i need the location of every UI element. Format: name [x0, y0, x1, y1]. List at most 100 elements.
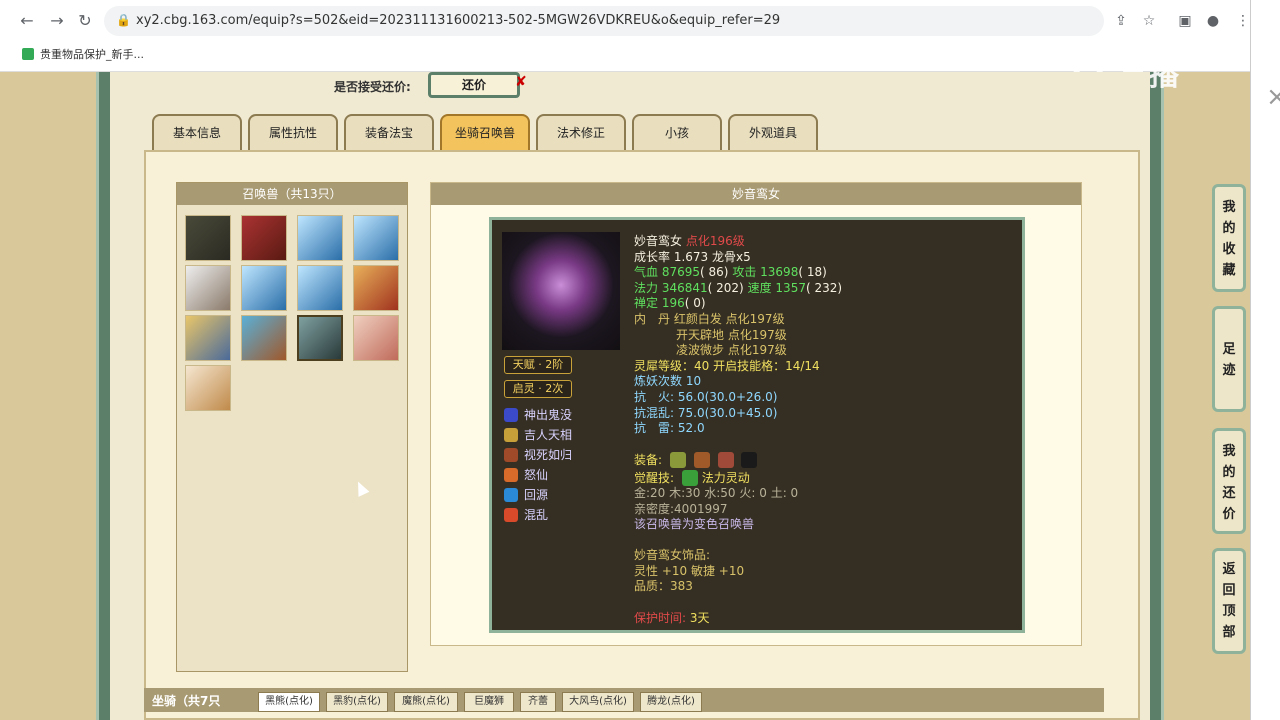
tab-equipment[interactable]: 装备法宝 — [344, 114, 434, 150]
back-arrow-icon[interactable]: ← — [18, 12, 36, 30]
pet-thumb[interactable] — [185, 215, 231, 261]
pet-intimacy: 亲密度:4001997 — [634, 501, 728, 516]
mount-tab[interactable]: 黑熊(点化) — [258, 692, 320, 712]
close-icon[interactable]: × — [1266, 82, 1280, 112]
star-icon[interactable]: ☆ — [1140, 12, 1158, 30]
url-text: xy2.cbg.163.com/equip?s=502&eid=20231113… — [136, 13, 781, 28]
no-mark-icon: ✘ — [515, 74, 527, 90]
back-to-top-button[interactable]: 返回顶部 — [1212, 548, 1246, 654]
pet-thumb[interactable] — [353, 265, 399, 311]
pet-card: 天赋 · 2阶 启灵 · 2次 神出鬼没 吉人天相 视死如归 怒仙 回源 混乱 … — [489, 217, 1025, 633]
awaken-badge: 启灵 · 2次 — [504, 380, 572, 398]
mount-tab[interactable]: 大风鸟(点化) — [562, 692, 634, 712]
pet-thumb[interactable] — [297, 265, 343, 311]
neidan-2: 开天辟地 点化197级 — [676, 327, 787, 342]
pet-name: 妙音鸾女 — [634, 234, 683, 248]
skill-icon — [504, 488, 518, 502]
my-haggle-button[interactable]: 我的还价 — [1212, 428, 1246, 534]
equip-icon[interactable] — [669, 452, 686, 469]
bookmark-icon — [22, 48, 34, 60]
bookmark-item[interactable]: 贵重物品保护_新手... — [22, 46, 144, 62]
lock-icon: 🔒 — [116, 13, 131, 27]
footprint-button[interactable]: 足迹 — [1212, 306, 1246, 412]
pet-variant: 该召唤兽为变色召唤兽 — [634, 517, 755, 532]
pet-thumb[interactable] — [241, 315, 287, 361]
forward-arrow-icon[interactable]: → — [48, 12, 66, 30]
neidan-3: 凌波微步 点化197级 — [676, 343, 787, 358]
awaken-skill-icon[interactable] — [681, 470, 698, 487]
tab-appearance[interactable]: 外观道具 — [728, 114, 818, 150]
pet-list-panel: 召唤兽（共13只） — [176, 182, 408, 672]
mount-tab[interactable]: 巨魔狮 — [464, 692, 514, 712]
skill-icon — [504, 508, 518, 522]
pet-thumb-selected[interactable] — [297, 315, 343, 361]
skill-item[interactable]: 回源 — [504, 486, 548, 504]
pet-detail-panel: 妙音鸾女 天赋 · 2阶 启灵 · 2次 神出鬼没 吉人天相 视死如归 怒仙 回… — [430, 182, 1082, 646]
equip-icon[interactable] — [693, 452, 710, 469]
mount-count-label: 坐骑（共7只 — [152, 694, 221, 708]
skill-item[interactable]: 混乱 — [504, 506, 548, 524]
skill-icon — [504, 408, 518, 422]
pet-thumb[interactable] — [353, 315, 399, 361]
protect-time: 3天 — [689, 610, 710, 625]
tab-attributes[interactable]: 属性抗性 — [248, 114, 338, 150]
mount-tab[interactable]: 腾龙(点化) — [640, 692, 702, 712]
awaken-skill: 法力灵动 — [701, 471, 750, 486]
address-bar[interactable]: 🔒 xy2.cbg.163.com/equip?s=502&eid=202311… — [104, 6, 1104, 36]
equip-label: 装备: — [634, 453, 663, 468]
tab-content: 召唤兽（共13只） 妙音鸾女 天赋 · 2阶 启灵 · 2次 神出鬼没 吉人天相… — [144, 150, 1140, 720]
share-icon[interactable]: ⇪ — [1112, 12, 1130, 30]
resist-fire: 56.0(30.0+26.0) — [677, 389, 778, 404]
pet-growth: 成长率 1.673 龙骨x5 — [634, 249, 751, 264]
pet-stats: 妙音鸾女 点化196级 成长率 1.673 龙骨x5 气血 87695( 86)… — [634, 234, 1014, 626]
pet-thumb[interactable] — [353, 215, 399, 261]
skill-icon — [504, 448, 518, 462]
pet-rebirth: 点化196级 — [685, 234, 745, 248]
tab-basic-info[interactable]: 基本信息 — [152, 114, 242, 150]
skill-icon — [504, 468, 518, 482]
pet-zen: 196 — [661, 296, 685, 311]
equip-icon[interactable] — [741, 452, 758, 469]
resist-chaos: 75.0(30.0+45.0) — [677, 405, 778, 420]
pet-elements: 金:20 木:30 水:50 火: 0 土: 0 — [634, 485, 799, 500]
main-panel: 是否接受还价: 还价 ✘ 基本信息 属性抗性 装备法宝 坐骑召唤兽 法术修正 小… — [110, 72, 1150, 720]
lingxi-level: 灵犀等级：40 开启技能格：14/14 — [634, 358, 820, 373]
ornament-title: 妙音鸾女饰品: — [634, 548, 711, 563]
mount-tab[interactable]: 齐蕾 — [520, 692, 556, 712]
pet-thumb[interactable] — [185, 365, 231, 411]
pet-thumb[interactable] — [297, 215, 343, 261]
pet-detail-title: 妙音鸾女 — [431, 183, 1081, 205]
tab-children[interactable]: 小孩 — [632, 114, 722, 150]
mount-tab[interactable]: 魔熊(点化) — [394, 692, 458, 712]
resist-thunder: 52.0 — [677, 421, 705, 436]
ornament-quality: 品质：383 — [634, 579, 693, 594]
profile-icon[interactable]: ● — [1204, 12, 1222, 30]
tab-mounts-pets[interactable]: 坐骑召唤兽 — [440, 114, 530, 150]
pet-spd: 1357 — [775, 280, 806, 295]
tab-spell-mods[interactable]: 法术修正 — [536, 114, 626, 150]
equip-icon[interactable] — [717, 452, 734, 469]
neidan-1: 红颜白发 点化197级 — [673, 311, 785, 326]
pet-mp: 346841 — [661, 280, 708, 295]
skill-item[interactable]: 视死如归 — [504, 446, 572, 464]
ornament-stats: 灵性 +10 敏捷 +10 — [634, 563, 745, 578]
mount-tab[interactable]: 黑豹(点化) — [326, 692, 388, 712]
reload-icon[interactable]: ↻ — [76, 12, 94, 30]
skill-item[interactable]: 吉人天相 — [504, 426, 572, 444]
my-favorites-button[interactable]: 我的收藏 — [1212, 184, 1246, 292]
sidepanel-icon[interactable]: ▣ — [1176, 12, 1194, 30]
pet-portrait — [502, 232, 620, 350]
pet-hp: 87695 — [661, 265, 701, 280]
haggle-button[interactable]: 还价 — [428, 72, 520, 98]
accept-haggle-label: 是否接受还价: — [334, 80, 411, 94]
skill-icon — [504, 428, 518, 442]
left-decor-strip — [0, 72, 110, 720]
pet-thumb[interactable] — [185, 265, 231, 311]
pet-atk: 13698 — [760, 265, 799, 280]
pet-thumb[interactable] — [241, 215, 287, 261]
skill-item[interactable]: 怒仙 — [504, 466, 548, 484]
talent-badge: 天赋 · 2阶 — [504, 356, 572, 374]
pet-thumb[interactable] — [241, 265, 287, 311]
skill-item[interactable]: 神出鬼没 — [504, 406, 572, 424]
pet-thumb[interactable] — [185, 315, 231, 361]
